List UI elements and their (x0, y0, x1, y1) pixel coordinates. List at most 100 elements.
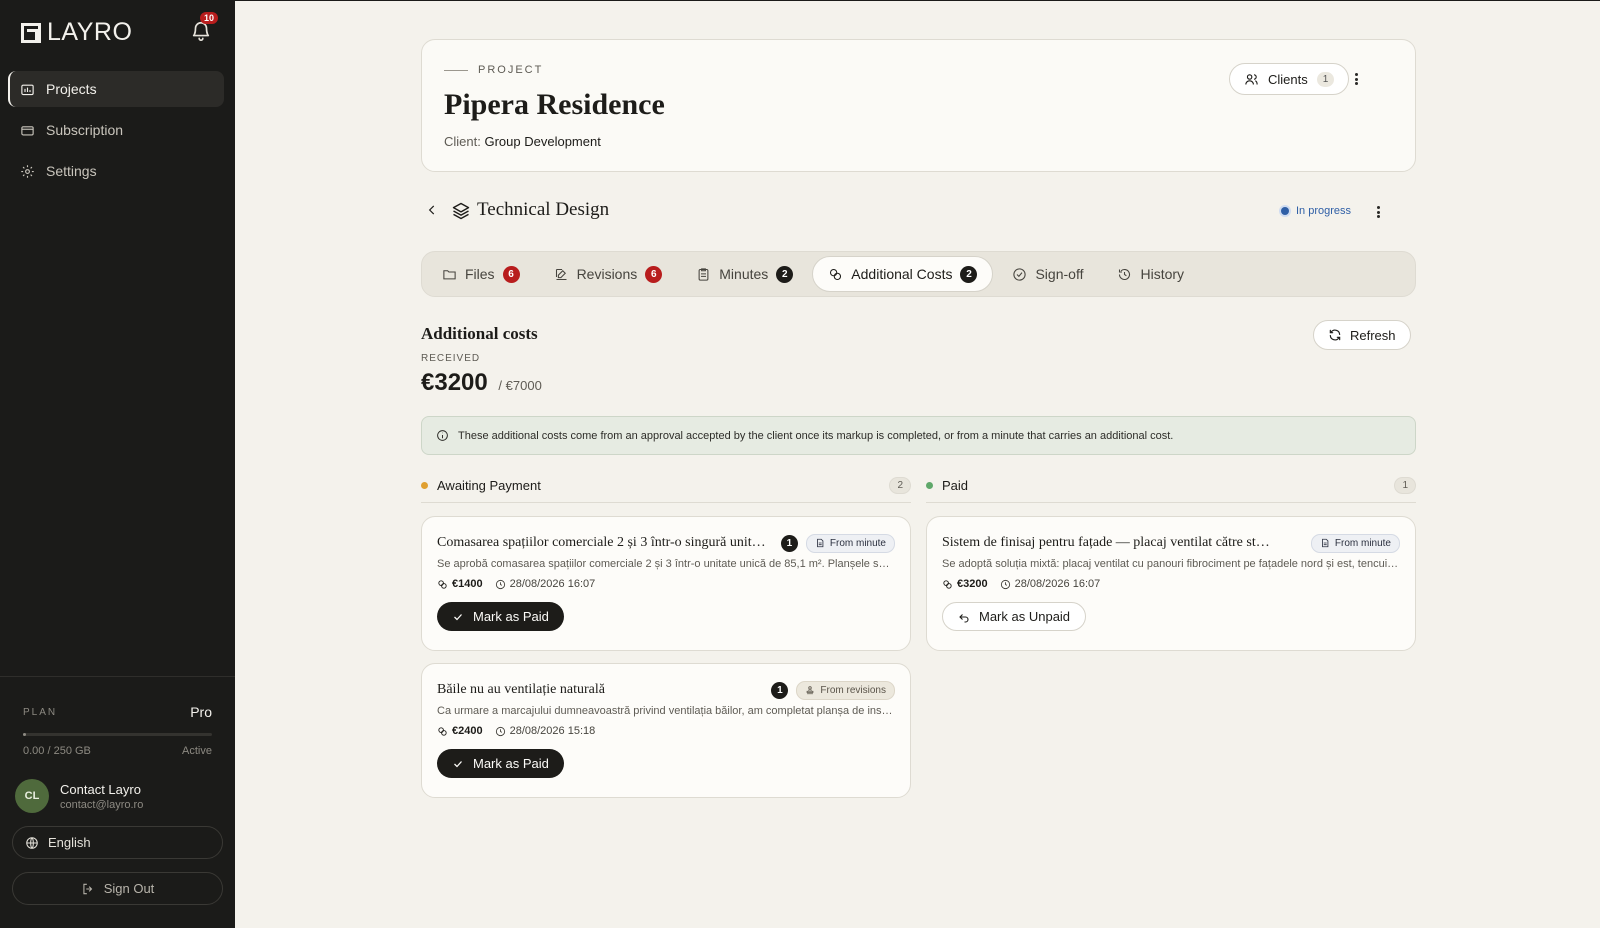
coins-icon (438, 726, 447, 736)
gear-icon (21, 164, 34, 178)
source-tag: From minute (805, 533, 895, 553)
card-amount: €2400 (437, 725, 483, 737)
card-date: 28/08/2026 15:18 (495, 725, 595, 737)
mark-as-paid-button[interactable]: Mark as Paid (437, 602, 564, 631)
column-title-group: Awaiting Payment (421, 478, 541, 493)
sign-out-label: Sign Out (103, 881, 155, 896)
date-value: 28/08/2026 16:07 (1014, 578, 1101, 590)
logo-mark-icon (21, 22, 41, 43)
avatar: CL (15, 779, 49, 813)
users-icon (1245, 73, 1258, 85)
paid-column: Paid 1 (926, 473, 1416, 503)
folder-icon (443, 269, 456, 279)
sidebar-item-projects[interactable]: Projects (8, 71, 224, 107)
card-date: 28/08/2026 16:07 (1000, 578, 1101, 590)
layers-icon (452, 202, 470, 220)
user-name: Contact Layro (60, 781, 141, 797)
clients-count: 1 (1316, 71, 1335, 87)
plan-row: PLAN Pro (12, 704, 223, 720)
refresh-icon (1329, 329, 1341, 341)
storage-bar (23, 733, 212, 736)
status-dot (1281, 207, 1289, 215)
tab-minutes[interactable]: Minutes 2 (681, 256, 808, 292)
project-more-icon[interactable] (1348, 71, 1364, 87)
tab-label: Minutes (719, 266, 769, 282)
card-title: Comasarea spațiilor comerciale 2 și 3 în… (437, 535, 767, 550)
tab-revisions[interactable]: Revisions 6 (539, 256, 678, 292)
cost-card[interactable]: Băile nu au ventilație naturală 1 From r… (421, 663, 911, 798)
globe-icon (26, 836, 38, 849)
received-value: €3200 (421, 369, 488, 396)
card-title: Sistem de finisaj pentru fațade — placaj… (942, 535, 1272, 550)
clock-icon (1000, 579, 1010, 589)
chevron-left-icon[interactable] (425, 203, 439, 217)
sidebar-item-subscription[interactable]: Subscription (8, 112, 224, 148)
source-tag: From minute (1310, 533, 1400, 553)
sign-out-button[interactable]: Sign Out (12, 872, 223, 905)
sidebar-item-settings[interactable]: Settings (8, 153, 224, 189)
check-circle-icon (1013, 267, 1027, 281)
card-header: Comasarea spațiilor comerciale 2 și 3 în… (437, 533, 895, 553)
tab-label: Revisions (576, 266, 638, 282)
cost-card[interactable]: Sistem de finisaj pentru fațade — placaj… (926, 516, 1416, 651)
card-description: Ca urmare a marcajului dumneavoastră pri… (437, 705, 895, 717)
info-text: These additional costs come from an appr… (458, 429, 1174, 442)
logo-text: LAYRO (47, 18, 133, 46)
card-amount: €1400 (437, 578, 483, 590)
tab-sign-off[interactable]: Sign-off (997, 256, 1098, 292)
mark-as-unpaid-button[interactable]: Mark as Unpaid (942, 602, 1087, 631)
clock-icon (495, 726, 505, 736)
undo-icon (959, 613, 969, 623)
phase-more-icon[interactable] (1370, 204, 1386, 220)
stamp-icon (807, 686, 814, 695)
history-icon (1119, 268, 1131, 280)
plan-value: Pro (190, 704, 212, 720)
source-label: From minute (829, 537, 886, 549)
language-button[interactable]: English (12, 826, 223, 859)
project-header: PROJECT Pipera Residence Client: Group D… (421, 39, 1416, 172)
phase-tabs: Files 6 Revisions 6 Minutes 2 Additional… (421, 251, 1416, 297)
phase-header: Technical Design In progress (421, 197, 1416, 227)
user-profile[interactable]: CL Contact Layro contact@layro.ro (12, 779, 223, 813)
source-tag: From revisions (796, 680, 895, 700)
logo[interactable]: LAYRO (21, 18, 132, 47)
button-label: Mark as Unpaid (979, 609, 1071, 624)
received-amount: €3200 / €7000 (421, 369, 542, 397)
document-icon (1321, 538, 1329, 548)
tab-count: 6 (645, 265, 663, 283)
clients-button[interactable]: Clients 1 (1229, 63, 1350, 95)
client-label: Client: (444, 134, 481, 149)
mark-as-paid-button[interactable]: Mark as Paid (437, 749, 564, 778)
sidebar-nav: Projects Subscription Settings (8, 71, 224, 194)
paid-dot (926, 482, 933, 489)
edit-icon (555, 268, 567, 280)
awaiting-column: Awaiting Payment 2 (421, 473, 911, 503)
tab-history[interactable]: History (1102, 256, 1199, 292)
received-total: / €7000 (498, 378, 542, 393)
storage-usage: 0.00 / 250 GB (23, 745, 91, 757)
tab-additional-costs[interactable]: Additional Costs 2 (812, 256, 994, 292)
cost-card[interactable]: Comasarea spațiilor comerciale 2 și 3 în… (421, 516, 911, 651)
column-header: Awaiting Payment 2 (421, 473, 911, 503)
card-icon (21, 125, 34, 135)
coins-icon (438, 579, 447, 589)
refresh-button[interactable]: Refresh (1313, 320, 1411, 350)
date-value: 28/08/2026 16:07 (509, 578, 596, 590)
sidebar-item-label: Subscription (46, 122, 124, 138)
card-count: 1 (771, 681, 789, 699)
card-tags: 1 From minute (780, 533, 895, 553)
tab-count: 6 (502, 265, 520, 283)
tab-files[interactable]: Files 6 (427, 256, 535, 292)
tab-label: Files (465, 266, 495, 282)
amount-value: €1400 (452, 578, 483, 590)
card-tags: From minute (1310, 533, 1400, 553)
card-description: Se aprobă comasarea spațiilor comerciale… (437, 558, 895, 570)
tab-label: History (1140, 266, 1185, 282)
user-email: contact@layro.ro (60, 798, 144, 811)
plan-usage-row: 0.00 / 250 GB Active (12, 745, 223, 757)
card-title: Băile nu au ventilație naturală (437, 682, 605, 697)
project-client: Client: Group Development (444, 134, 601, 149)
column-title-group: Paid (926, 478, 968, 493)
awaiting-dot (421, 482, 428, 489)
main-content: PROJECT Pipera Residence Client: Group D… (235, 0, 1600, 928)
